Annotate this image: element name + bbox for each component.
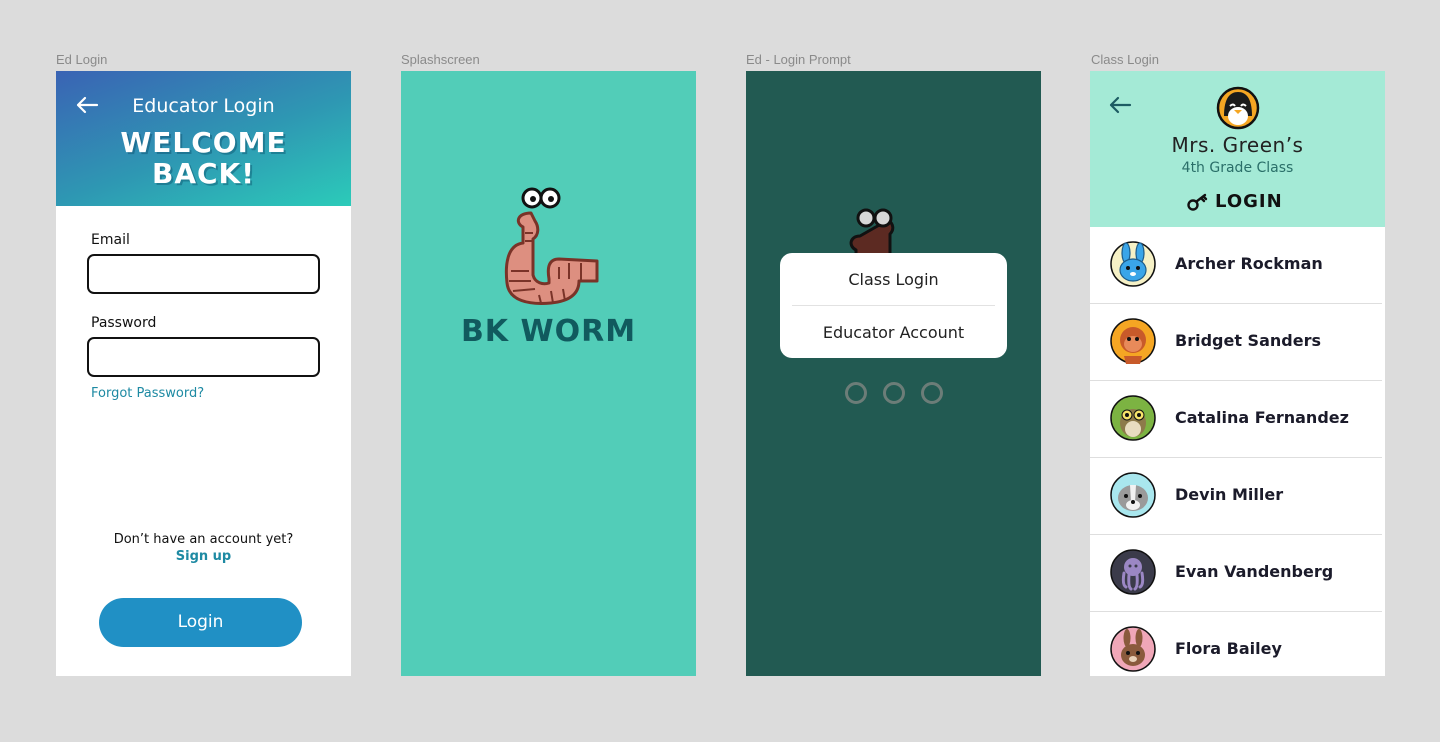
- password-label: Password: [91, 315, 157, 331]
- class-login-option[interactable]: Class Login: [780, 270, 1007, 289]
- bk-worm-logo-text: BK WORM: [460, 314, 637, 349]
- email-label: Email: [91, 232, 130, 248]
- penguin-icon: [1216, 86, 1260, 130]
- login-label: LOGIN: [1215, 191, 1283, 212]
- student-name: Archer Rockman: [1175, 254, 1323, 273]
- worm-mascot-icon: [849, 208, 895, 256]
- forgot-password-link[interactable]: Forgot Password?: [91, 386, 204, 401]
- educator-account-option[interactable]: Educator Account: [780, 323, 1007, 342]
- class-login-button[interactable]: LOGIN: [1187, 191, 1297, 213]
- welcome-back-title: WELCOME BACK!: [56, 127, 351, 189]
- student-name: Flora Bailey: [1175, 639, 1282, 658]
- ed-login-header: Educator Login WELCOME BACK!: [56, 71, 351, 206]
- frame-label-splashscreen: Splashscreen: [401, 52, 480, 67]
- student-name: Catalina Fernandez: [1175, 408, 1349, 427]
- welcome-line-1: WELCOME: [120, 126, 287, 159]
- worm-mascot-icon: [504, 187, 599, 305]
- student-row[interactable]: Archer Rockman: [1090, 227, 1382, 304]
- email-field[interactable]: [87, 254, 320, 294]
- teacher-name: Mrs. Green’s: [1171, 133, 1304, 157]
- frame-label-class-login: Class Login: [1091, 52, 1159, 67]
- rabbit-icon: [1110, 626, 1156, 672]
- password-field[interactable]: [87, 337, 320, 377]
- student-name: Devin Miller: [1175, 485, 1284, 504]
- frame-label-ed-login: Ed Login: [56, 52, 108, 67]
- student-name: Bridget Sanders: [1175, 331, 1321, 350]
- grade-class-label: 4th Grade Class: [1181, 160, 1294, 176]
- owl-icon: [1110, 395, 1156, 441]
- student-name: Evan Vandenberg: [1175, 562, 1334, 581]
- monkey-icon: [1110, 318, 1156, 364]
- class-login-screen: Mrs. Green’s 4th Grade Class LOGIN Arche…: [1090, 71, 1385, 676]
- ed-login-screen: Educator Login WELCOME BACK! Email Passw…: [56, 71, 351, 676]
- back-arrow-icon[interactable]: [1108, 96, 1132, 114]
- login-choice-modal: Class Login Educator Account: [780, 253, 1007, 358]
- student-row[interactable]: Evan Vandenberg: [1090, 535, 1382, 612]
- frame-label-login-prompt: Ed - Login Prompt: [746, 52, 851, 67]
- student-row[interactable]: Devin Miller: [1090, 458, 1382, 535]
- loading-dot: [845, 382, 867, 404]
- key-icon: [1187, 193, 1208, 211]
- loading-dot: [921, 382, 943, 404]
- welcome-line-2: BACK!: [151, 157, 256, 190]
- badger-icon: [1110, 472, 1156, 518]
- student-row[interactable]: Catalina Fernandez: [1090, 381, 1382, 458]
- octopus-icon: [1110, 549, 1156, 595]
- student-row[interactable]: Flora Bailey: [1090, 612, 1382, 676]
- class-login-header: Mrs. Green’s 4th Grade Class LOGIN: [1090, 71, 1385, 227]
- no-account-text: Don’t have an account yet?: [113, 532, 294, 547]
- login-prompt-screen: Class Login Educator Account: [746, 71, 1041, 676]
- loading-dot: [883, 382, 905, 404]
- educator-login-subtitle: Educator Login: [132, 95, 275, 117]
- modal-divider: [792, 305, 995, 306]
- sign-up-link[interactable]: Sign up: [56, 549, 351, 564]
- splashscreen: BK WORM: [401, 71, 696, 676]
- login-button[interactable]: Login: [99, 598, 302, 647]
- bunny-icon: [1110, 241, 1156, 287]
- student-row[interactable]: Bridget Sanders: [1090, 304, 1382, 381]
